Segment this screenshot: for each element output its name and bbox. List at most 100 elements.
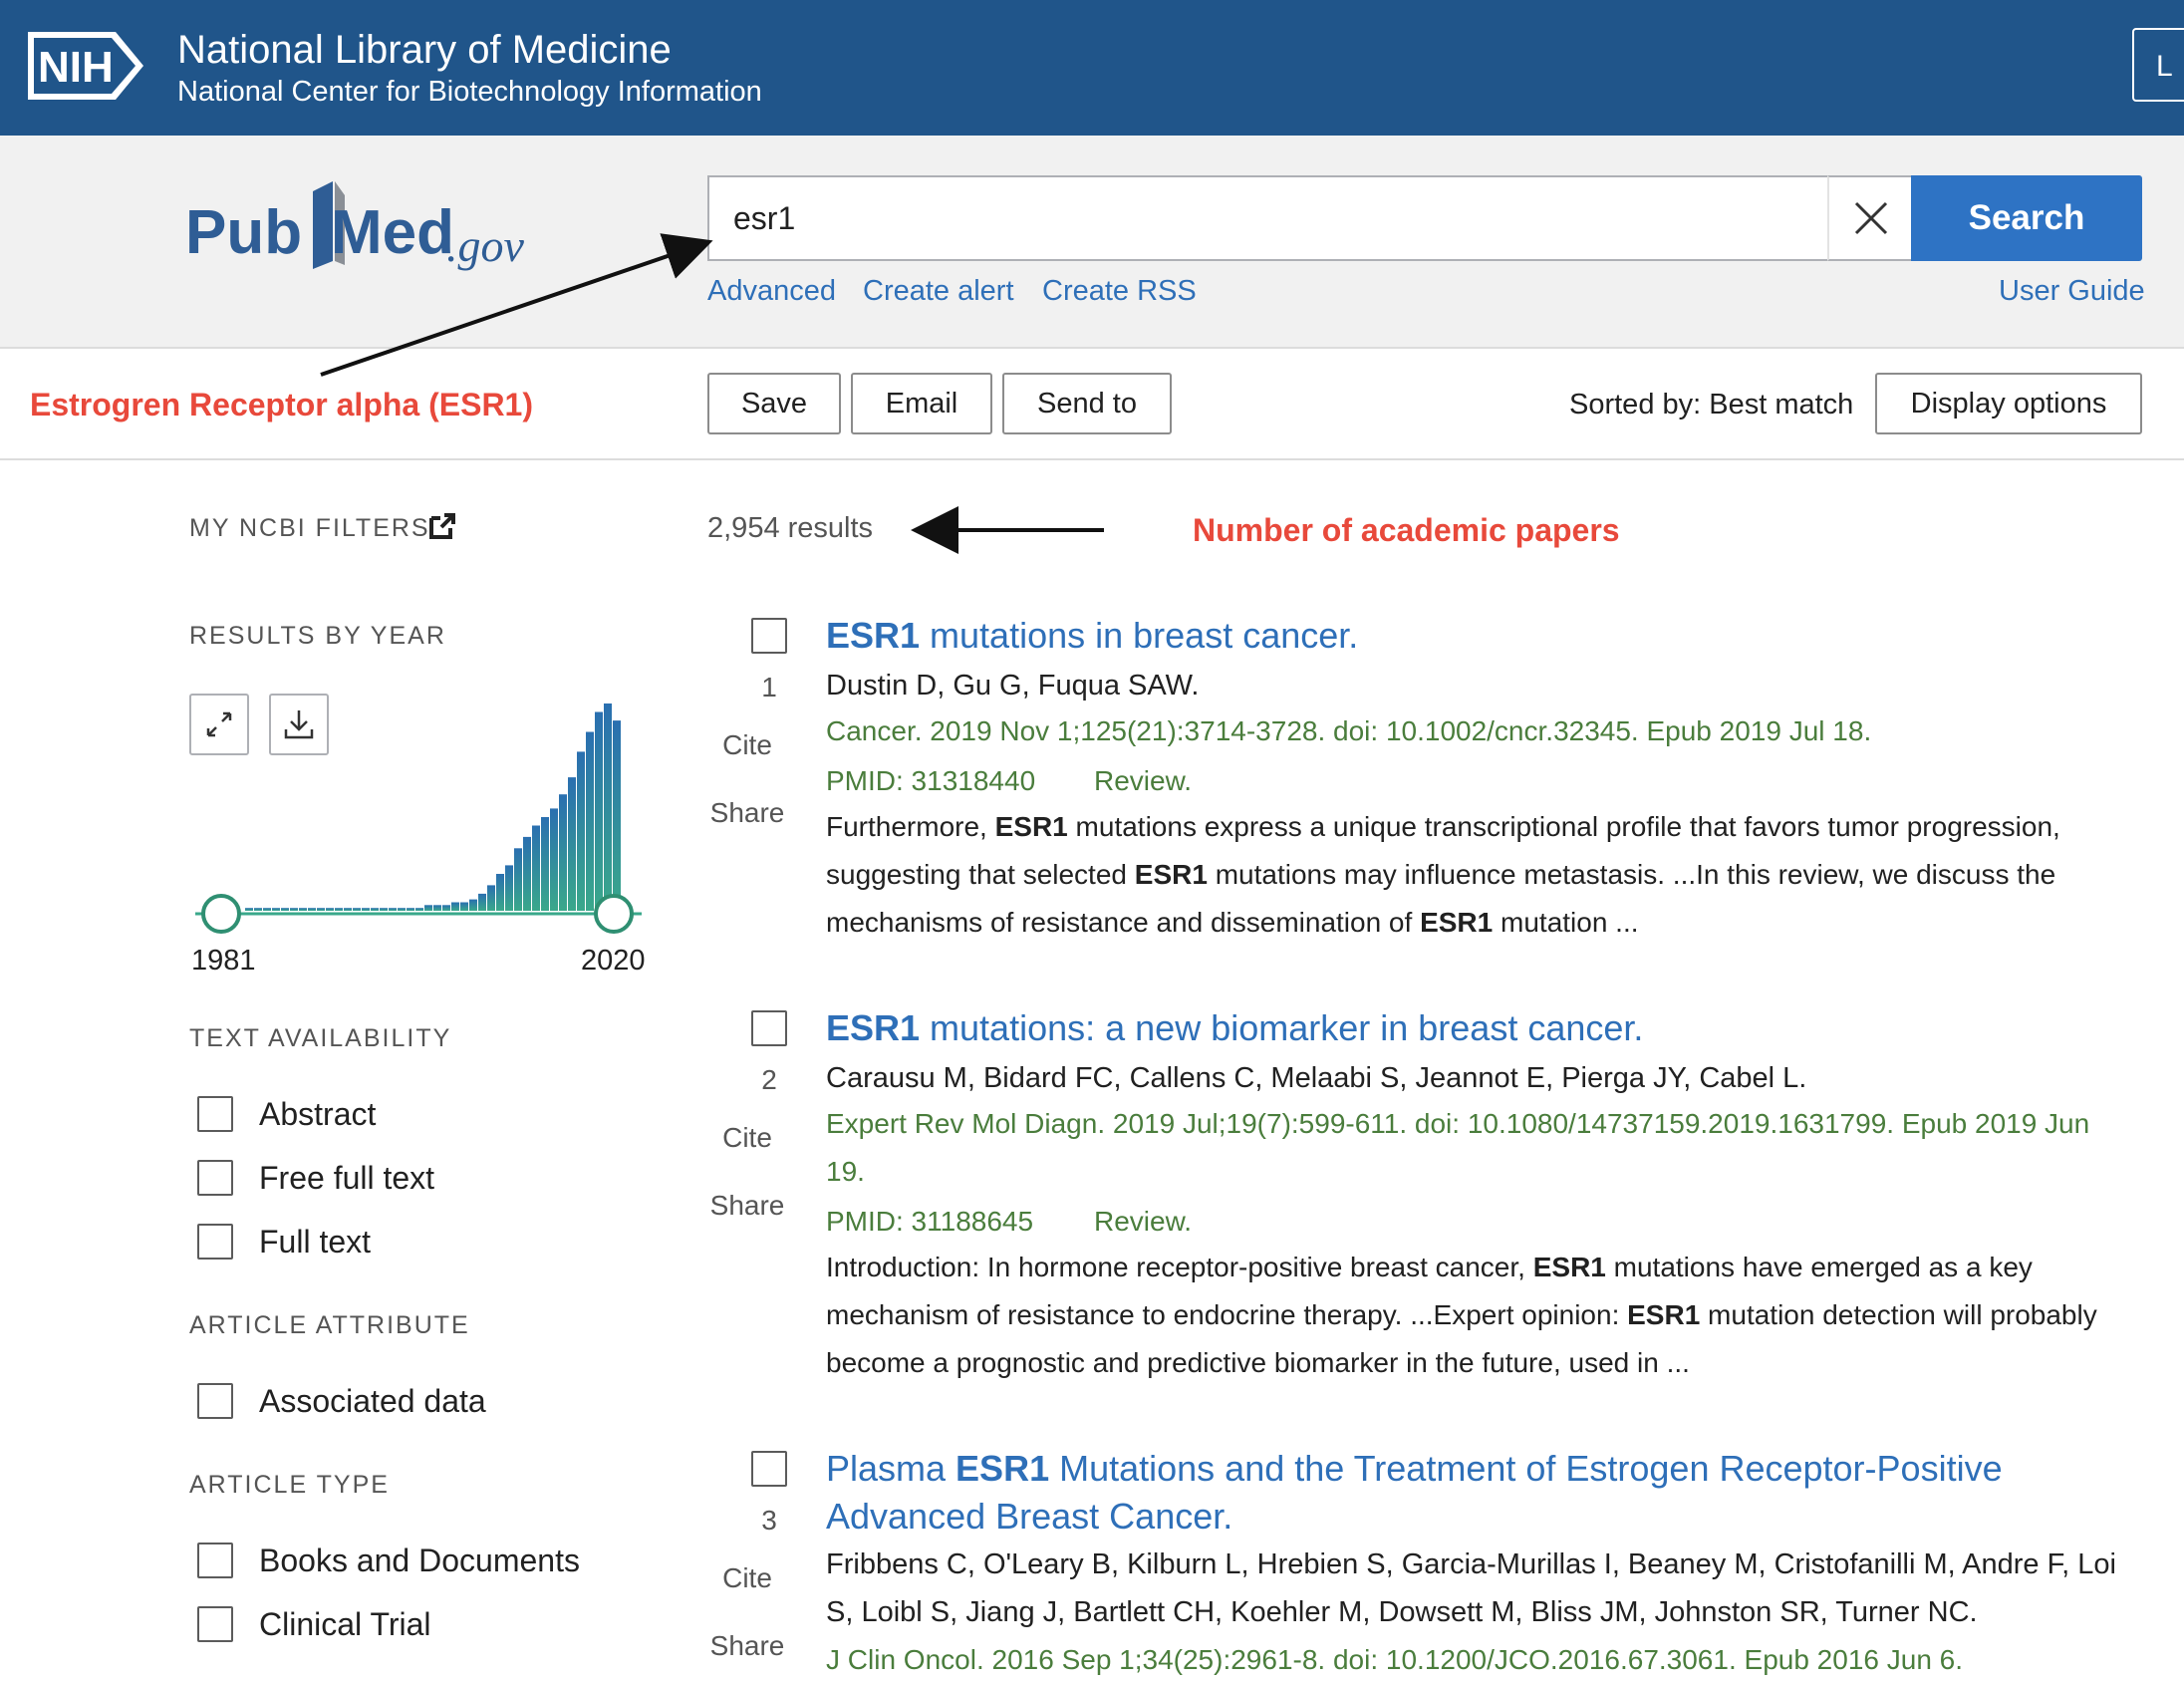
year-end-label: 2020 <box>581 945 646 977</box>
result-authors: Carausu M, Bidard FC, Callens C, Melaabi… <box>826 1062 1807 1094</box>
histogram-bar <box>263 908 271 911</box>
article-type-heading: ARTICLE TYPE <box>189 1471 390 1499</box>
result-title-link[interactable]: ESR1 mutations: a new biomarker in breas… <box>826 1004 2121 1052</box>
article-attribute-heading: ARTICLE ATTRIBUTE <box>189 1311 470 1339</box>
result-type: Review. <box>1094 765 1193 796</box>
histogram-bar <box>380 908 388 911</box>
send-to-button[interactable]: Send to <box>1002 373 1172 434</box>
histogram-bar <box>407 908 414 911</box>
share-button[interactable]: Share <box>687 1630 807 1662</box>
result-title-link[interactable]: Plasma ESR1 Mutations and the Treatment … <box>826 1445 2121 1541</box>
result-pmid: PMID: 31318440 <box>826 765 1036 796</box>
result-number: 1 <box>761 672 777 702</box>
my-ncbi-filters-heading[interactable]: MY NCBI FILTERS <box>189 514 430 543</box>
result-authors: Fribbens C, O'Leary B, Kilburn L, Hrebie… <box>826 1548 2116 1628</box>
histogram-bar <box>478 893 486 911</box>
results-toolbar: Estrogren Receptor alpha (ESR1) Save Ema… <box>0 347 2184 460</box>
result-citation: J Clin Oncol. 2016 Sep 1;34(25):2961-8. … <box>826 1644 1964 1675</box>
histogram-bar <box>613 720 621 911</box>
histogram-bar <box>389 908 397 911</box>
result-number: 2 <box>761 1064 777 1095</box>
histogram-bar <box>550 808 558 911</box>
histogram-bar <box>254 908 262 911</box>
cite-button[interactable]: Cite <box>687 1122 807 1154</box>
sort-selector[interactable]: Sorted by: Best match <box>1569 389 1853 421</box>
result-citation: Cancer. 2019 Nov 1;125(21):3714-3728. do… <box>826 715 1872 746</box>
histogram-bar <box>281 908 289 911</box>
histogram-bar <box>344 908 352 911</box>
result-title-link[interactable]: ESR1 mutations in breast cancer. <box>826 612 2121 660</box>
histogram-bar <box>568 777 576 911</box>
histogram-bar <box>451 902 459 911</box>
histogram-bar <box>308 908 316 911</box>
histogram-bar <box>514 848 522 911</box>
histogram-bar <box>586 731 594 911</box>
associated-data-checkbox[interactable] <box>197 1383 233 1419</box>
result-authors: Dustin D, Gu G, Fuqua SAW. <box>826 670 1200 702</box>
histogram-bar <box>317 908 325 911</box>
histogram-bar <box>272 908 280 911</box>
histogram-bar <box>353 908 361 911</box>
histogram-bar <box>559 794 567 911</box>
result-snippet: Furthermore, ESR1 mutations express a un… <box>826 811 2060 938</box>
histogram-bar <box>595 711 603 911</box>
histogram-bar <box>290 908 298 911</box>
result-checkbox[interactable] <box>751 1010 787 1046</box>
histogram-bar <box>433 905 441 911</box>
histogram-bar <box>362 908 370 911</box>
year-start-label: 1981 <box>191 945 256 977</box>
histogram-bar <box>415 908 423 911</box>
display-options-button[interactable]: Display options <box>1875 373 2142 434</box>
cite-button[interactable]: Cite <box>687 729 807 761</box>
histogram-bar <box>532 825 540 911</box>
results-by-year-chart[interactable] <box>189 698 648 947</box>
year-end-handle <box>594 894 634 934</box>
annotation-search-term: Estrogren Receptor alpha (ESR1) <box>30 387 533 422</box>
histogram-bar <box>469 899 477 911</box>
histogram-bar <box>577 751 585 911</box>
result-citation: Expert Rev Mol Diagn. 2019 Jul;19(7):599… <box>826 1108 2090 1187</box>
clinical-trial-checkbox[interactable] <box>197 1606 233 1642</box>
save-button[interactable]: Save <box>707 373 841 434</box>
results-by-year-heading: RESULTS BY YEAR <box>189 622 446 650</box>
histogram-bar <box>442 905 450 911</box>
share-button[interactable]: Share <box>687 797 807 829</box>
abstract-checkbox[interactable] <box>197 1096 233 1132</box>
result-checkbox[interactable] <box>751 1451 787 1487</box>
histogram-bar <box>523 836 531 911</box>
associated-data-filter-label[interactable]: Associated data <box>259 1383 486 1420</box>
result-snippet: Introduction: In hormone receptor-positi… <box>826 1252 2097 1378</box>
histogram-bar <box>541 817 549 911</box>
result-checkbox[interactable] <box>751 618 787 654</box>
histogram-bar <box>335 908 343 911</box>
books-documents-checkbox[interactable] <box>197 1543 233 1578</box>
histogram-bar <box>496 874 504 911</box>
histogram-bar <box>460 902 468 911</box>
histogram-bar <box>487 885 495 911</box>
share-button[interactable]: Share <box>687 1190 807 1222</box>
clinical-trial-filter-label[interactable]: Clinical Trial <box>259 1606 430 1643</box>
histogram-bar <box>245 908 253 911</box>
histogram-bar <box>326 908 334 911</box>
histogram-bar <box>398 908 406 911</box>
result-pmid: PMID: 31188645 <box>826 1206 1034 1237</box>
result-number: 3 <box>761 1505 777 1536</box>
histogram-bar <box>424 905 432 911</box>
result-type: Review. <box>1094 1206 1193 1237</box>
external-link-icon[interactable] <box>428 512 456 540</box>
histogram-bar <box>299 908 307 911</box>
annotation-results-count: Number of academic papers <box>1193 512 1620 548</box>
cite-button[interactable]: Cite <box>687 1562 807 1594</box>
email-button[interactable]: Email <box>851 373 992 434</box>
histogram-bar <box>505 865 513 911</box>
abstract-filter-label[interactable]: Abstract <box>259 1096 376 1133</box>
free-full-text-checkbox[interactable] <box>197 1160 233 1196</box>
full-text-filter-label[interactable]: Full text <box>259 1224 371 1261</box>
books-documents-filter-label[interactable]: Books and Documents <box>259 1543 580 1579</box>
results-count: 2,954 results <box>707 512 874 544</box>
text-availability-heading: TEXT AVAILABILITY <box>189 1024 452 1052</box>
histogram-bar <box>371 908 379 911</box>
histogram-bar <box>604 703 612 911</box>
free-full-text-filter-label[interactable]: Free full text <box>259 1160 434 1197</box>
full-text-checkbox[interactable] <box>197 1224 233 1260</box>
